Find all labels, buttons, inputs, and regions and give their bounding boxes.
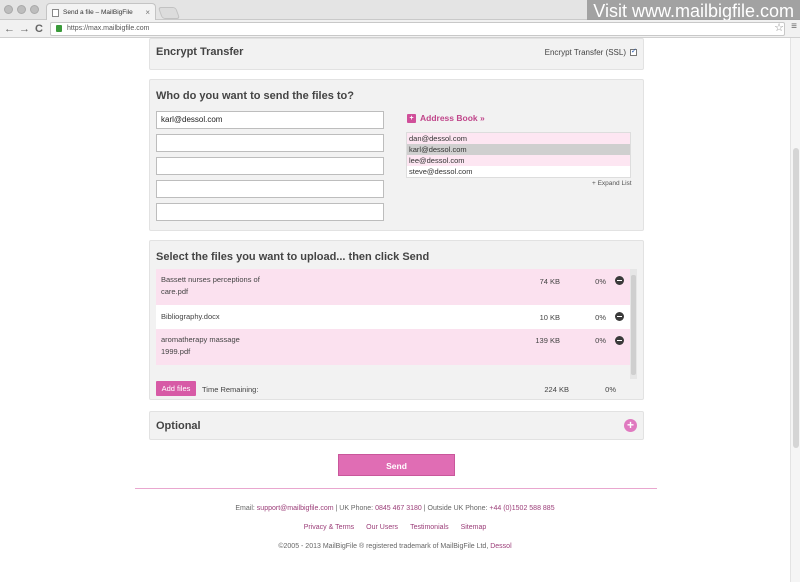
address-book-label: Address Book » [420,113,485,123]
optional-title: Optional [156,420,201,432]
encrypt-checkbox[interactable] [630,47,637,56]
file-name: Bassett nurses perceptions of care.pdf [161,274,301,298]
watermark-banner: Visit www.mailbigfile.com [587,0,800,22]
close-window-icon[interactable] [4,5,13,14]
recipient-field-4[interactable] [156,180,384,198]
page-favicon-icon [52,9,59,17]
address-bar[interactable]: https://max.mailbigfile.com [50,22,785,36]
company-link[interactable]: Dessol [490,543,511,550]
recipient-field-5[interactable] [156,203,384,221]
page-scrollbar-thumb[interactable] [793,148,799,448]
file-name: Bibliography.docx [161,312,220,321]
encrypt-title: Encrypt Transfer [156,46,244,58]
encrypt-option: Encrypt Transfer (SSL) [544,47,637,57]
files-scrollbar-thumb[interactable] [631,275,636,375]
footer-link-testimonials[interactable]: Testimonials [410,524,449,531]
total-progress: 0% [605,385,616,394]
add-files-button[interactable]: Add files [156,381,196,396]
back-arrow-icon[interactable]: ← [4,21,15,37]
address-book-item[interactable]: lee@dessol.com [407,155,630,166]
encrypt-panel: Encrypt Transfer Encrypt Transfer (SSL) [149,38,644,70]
footer-link-users[interactable]: Our Users [366,524,398,531]
footer-link-privacy[interactable]: Privacy & Terms [304,524,354,531]
file-size: 139 KB [535,336,560,345]
remove-file-icon[interactable] [615,312,624,321]
file-row: Bassett nurses perceptions of care.pdf 7… [156,269,630,305]
expand-list-link[interactable]: + Expand List [592,180,632,187]
footer-email-link[interactable]: support@mailbigfile.com [257,505,334,512]
file-name-line: Bassett nurses perceptions of [161,275,260,284]
file-row: aromatherapy massage 1999.pdf 139 KB 0% [156,329,630,365]
tab-title: Send a file – MailBigFile [63,9,133,16]
files-title: Select the files you want to upload... t… [156,251,430,263]
recipient-field-1[interactable]: karl@dessol.com [156,111,384,129]
file-row: Bibliography.docx 10 KB 0% [156,305,630,329]
address-book-item[interactable]: dan@dessol.com [407,133,630,144]
footer-uk-phone-label: | UK Phone: [335,505,374,512]
recipient-field-2[interactable] [156,134,384,152]
reload-icon[interactable]: C [35,21,43,37]
copyright-text: ©2005 - 2013 MailBigFile ® registered tr… [278,543,489,550]
page-scrollbar[interactable] [790,38,800,582]
footer-link-sitemap[interactable]: Sitemap [461,524,487,531]
footer-copyright: ©2005 - 2013 MailBigFile ® registered tr… [0,543,790,550]
expand-plus-icon[interactable]: + [624,419,637,432]
new-tab-button[interactable] [157,7,181,19]
address-book-list[interactable]: dan@dessol.com karl@dessol.com lee@desso… [406,132,631,178]
minimize-window-icon[interactable] [17,5,26,14]
encrypt-option-label: Encrypt Transfer (SSL) [544,48,626,57]
file-progress: 0% [595,336,606,345]
optional-panel[interactable]: Optional + [149,411,644,440]
footer-outside-phone-label: | Outside UK Phone: [423,505,488,512]
file-name: aromatherapy massage 1999.pdf [161,334,301,358]
lock-icon [56,25,62,32]
address-book-item[interactable]: karl@dessol.com [407,144,630,155]
window-controls [4,5,39,14]
file-size: 10 KB [539,313,560,322]
footer-email-label: Email: [235,505,255,512]
browser-toolbar: ← → C https://max.mailbigfile.com ☆ ≡ [0,20,800,38]
file-name-line: 1999.pdf [161,347,191,356]
address-book-link[interactable]: + Address Book » [407,113,485,123]
file-name-line: aromatherapy massage [161,335,240,344]
browser-menu-icon[interactable]: ≡ [791,21,797,32]
footer-divider [135,488,657,489]
footer-contact: Email: support@mailbigfile.com | UK Phon… [0,505,790,512]
files-panel: Select the files you want to upload... t… [149,240,644,400]
recipient-field-3[interactable] [156,157,384,175]
recipients-title: Who do you want to send the files to? [156,90,354,102]
send-button[interactable]: Send [338,454,455,476]
footer-outside-phone: +44 (0)1502 588 885 [489,505,555,512]
files-scrollbar[interactable] [630,269,637,379]
footer-uk-phone: 0845 467 3180 [375,505,422,512]
remove-file-icon[interactable] [615,336,624,345]
recipients-panel: Who do you want to send the files to? ka… [149,79,644,231]
time-remaining-label: Time Remaining: [202,385,259,394]
tab-close-icon[interactable]: × [145,8,150,17]
file-name-line: care.pdf [161,287,189,296]
address-book-item[interactable]: steve@dessol.com [407,166,630,177]
maximize-window-icon[interactable] [30,5,39,14]
remove-file-icon[interactable] [615,276,624,285]
file-progress: 0% [595,277,606,286]
address-bar-url: https://max.mailbigfile.com [67,25,150,32]
file-progress: 0% [595,313,606,322]
bookmark-star-icon[interactable]: ☆ [774,21,784,34]
total-size: 224 KB [544,385,569,394]
forward-arrow-icon[interactable]: → [19,21,30,37]
address-book-icon: + [407,113,416,123]
browser-tab[interactable]: Send a file – MailBigFile × [46,3,156,20]
footer-links: Privacy & Terms Our Users Testimonials S… [0,524,790,531]
file-size: 74 KB [539,277,560,286]
